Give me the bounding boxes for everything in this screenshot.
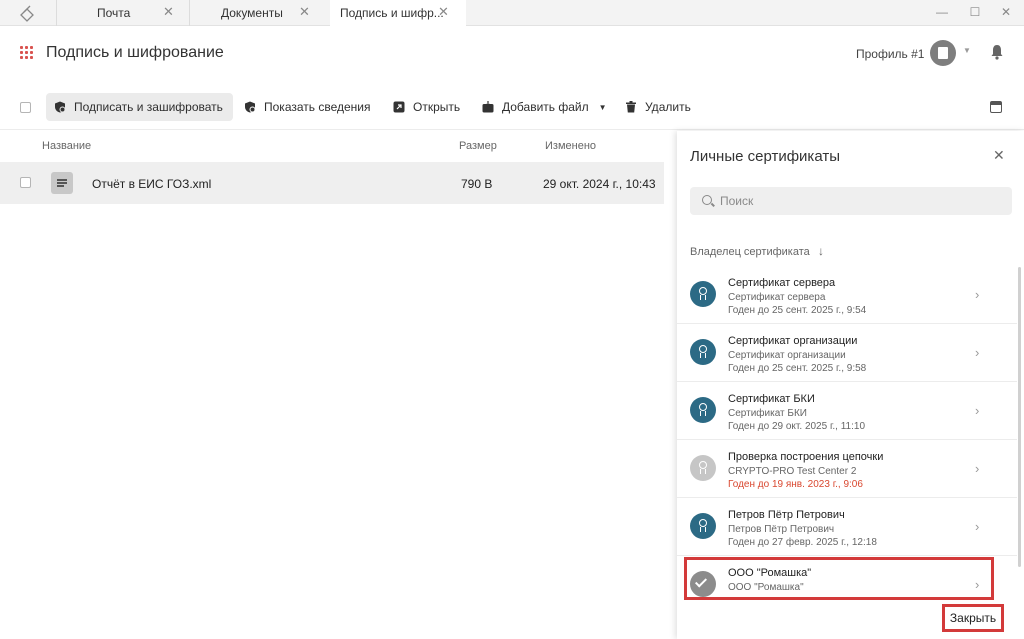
certificate-name: Сертификат БКИ (728, 393, 815, 405)
close-icon[interactable]: ✕ (993, 147, 1005, 164)
table-row[interactable]: Отчёт в ЕИС ГОЗ.xml 790 B 29 окт. 2024 г… (0, 162, 664, 204)
certificate-name: Сертификат организации (728, 335, 858, 347)
certificate-validity: Годен до 19 янв. 2023 г., 9:06 (728, 479, 863, 490)
tab-documents[interactable]: Документы ✕ (190, 0, 324, 26)
open-button[interactable]: Открыть (393, 93, 460, 121)
certificate-icon (690, 339, 716, 365)
certificate-item[interactable]: Сертификат сервера Сертификат сервера Го… (677, 267, 1017, 324)
certificate-validity: Годен до 27 февр. 2025 г., 12:18 (728, 537, 877, 548)
certificate-item[interactable]: Проверка построения цепочки CRYPTO-PRO T… (677, 441, 1017, 498)
tab-sign-encrypt[interactable]: Подпись и шифр... ✕ (330, 0, 466, 26)
file-size: 790 B (461, 177, 493, 191)
show-details-button[interactable]: Показать сведения (244, 93, 371, 121)
certificate-item[interactable]: Петров Пётр Петрович Петров Пётр Петрови… (677, 499, 1017, 556)
certificate-subject: CRYPTO-PRO Test Center 2 (728, 466, 857, 477)
file-icon (51, 172, 73, 194)
add-file-button[interactable]: Добавить файл ▼ (482, 93, 607, 121)
shield-lock-icon (55, 101, 66, 113)
tab-label: Документы (221, 6, 283, 20)
avatar[interactable] (930, 40, 956, 66)
title-bar: Почта ✕ Документы ✕ Подпись и шифр... ✕ … (0, 0, 1024, 26)
add-file-label: Добавить файл (502, 100, 589, 114)
certificate-name: Сертификат сервера (728, 277, 836, 289)
column-size[interactable]: Размер (459, 140, 497, 152)
certificates-panel: Личные сертификаты ✕ Владелец сертификат… (677, 131, 1024, 639)
certificate-validity: Годен до 29 окт. 2025 г., 11:10 (728, 421, 866, 432)
window-close-icon[interactable]: ✕ (997, 4, 1015, 20)
chevron-down-icon[interactable]: ▼ (963, 46, 971, 55)
sign-encrypt-button[interactable]: Подписать и зашифровать (46, 93, 233, 121)
certificate-name: Петров Пётр Петрович (728, 509, 845, 521)
toolbar: Подписать и зашифровать Показать сведени… (0, 82, 1024, 130)
delete-label: Удалить (645, 100, 691, 114)
certificate-subject: Петров Пётр Петрович (728, 524, 835, 535)
search-icon (702, 195, 712, 205)
check-icon (690, 571, 716, 597)
column-name[interactable]: Название (42, 140, 91, 152)
add-file-icon (482, 101, 494, 113)
tab-close-icon[interactable]: ✕ (299, 4, 310, 20)
maximize-icon[interactable]: ☐ (966, 4, 984, 20)
chevron-right-icon: › (975, 461, 980, 476)
certificate-item[interactable]: Сертификат организации Сертификат органи… (677, 325, 1017, 382)
arrow-down-icon[interactable]: ↓ (818, 244, 824, 258)
file-list-header: Название Размер Изменено (0, 131, 664, 161)
open-external-icon (393, 101, 405, 113)
chevron-right-icon: › (975, 519, 980, 534)
trash-icon (626, 101, 636, 113)
show-details-label: Показать сведения (264, 100, 371, 114)
tab-close-icon[interactable]: ✕ (163, 4, 174, 20)
sort-label[interactable]: Владелец сертификата (690, 246, 810, 258)
panel-title: Личные сертификаты (690, 148, 840, 165)
certificate-validity: Годен до 25 сент. 2025 г., 9:58 (728, 363, 867, 374)
certificate-icon (690, 513, 716, 539)
tab-mail[interactable]: Почта ✕ (57, 0, 189, 26)
shield-info-icon (245, 101, 256, 113)
file-modified: 29 окт. 2024 г., 10:43 (543, 177, 656, 191)
chevron-down-icon[interactable]: ▼ (599, 103, 607, 112)
certificate-name: Проверка построения цепочки (728, 451, 884, 463)
certificate-icon (690, 397, 716, 423)
certificate-item[interactable]: Сертификат БКИ Сертификат БКИ Годен до 2… (677, 383, 1017, 440)
sign-encrypt-label: Подписать и зашифровать (74, 100, 223, 114)
column-modified[interactable]: Изменено (545, 140, 596, 152)
close-button[interactable]: Закрыть (942, 604, 1004, 632)
tab-close-icon[interactable]: ✕ (438, 4, 449, 20)
row-checkbox[interactable] (20, 177, 31, 188)
delete-button[interactable]: Удалить (625, 93, 691, 121)
certificate-subject: ООО "Ромашка" (728, 582, 804, 593)
search-input[interactable] (720, 193, 1000, 209)
minimize-icon[interactable]: — (933, 4, 951, 20)
apps-grid-icon[interactable] (20, 46, 34, 60)
chevron-right-icon: › (975, 403, 980, 418)
scrollbar[interactable] (1018, 267, 1021, 567)
open-label: Открыть (413, 100, 461, 114)
tab-label: Почта (97, 6, 131, 20)
file-name: Отчёт в ЕИС ГОЗ.xml (92, 177, 212, 191)
certificate-icon (690, 281, 716, 307)
page-title: Подпись и шифрование (46, 44, 224, 61)
certificate-subject: Сертификат БКИ (728, 408, 807, 419)
select-all-checkbox[interactable] (20, 102, 31, 113)
panel-toggle-icon[interactable] (990, 101, 1002, 113)
app-logo-icon (20, 5, 34, 22)
certificate-validity: Годен до 25 сент. 2025 г., 9:54 (728, 305, 867, 316)
search-box (690, 187, 1012, 215)
bell-icon[interactable] (990, 44, 1004, 60)
document-icon (938, 47, 948, 59)
chevron-right-icon: › (975, 577, 980, 592)
certificate-subject: Сертификат сервера (728, 292, 826, 303)
app-header: Подпись и шифрование Профиль #1 ▼ (0, 26, 1024, 82)
certificate-name: ООО "Ромашка" (728, 567, 812, 579)
certificate-icon (690, 455, 716, 481)
chevron-right-icon: › (975, 287, 980, 302)
chevron-right-icon: › (975, 345, 980, 360)
profile-label[interactable]: Профиль #1 (856, 47, 924, 61)
tab-label: Подпись и шифр... (340, 6, 444, 20)
certificate-subject: Сертификат организации (728, 350, 846, 361)
